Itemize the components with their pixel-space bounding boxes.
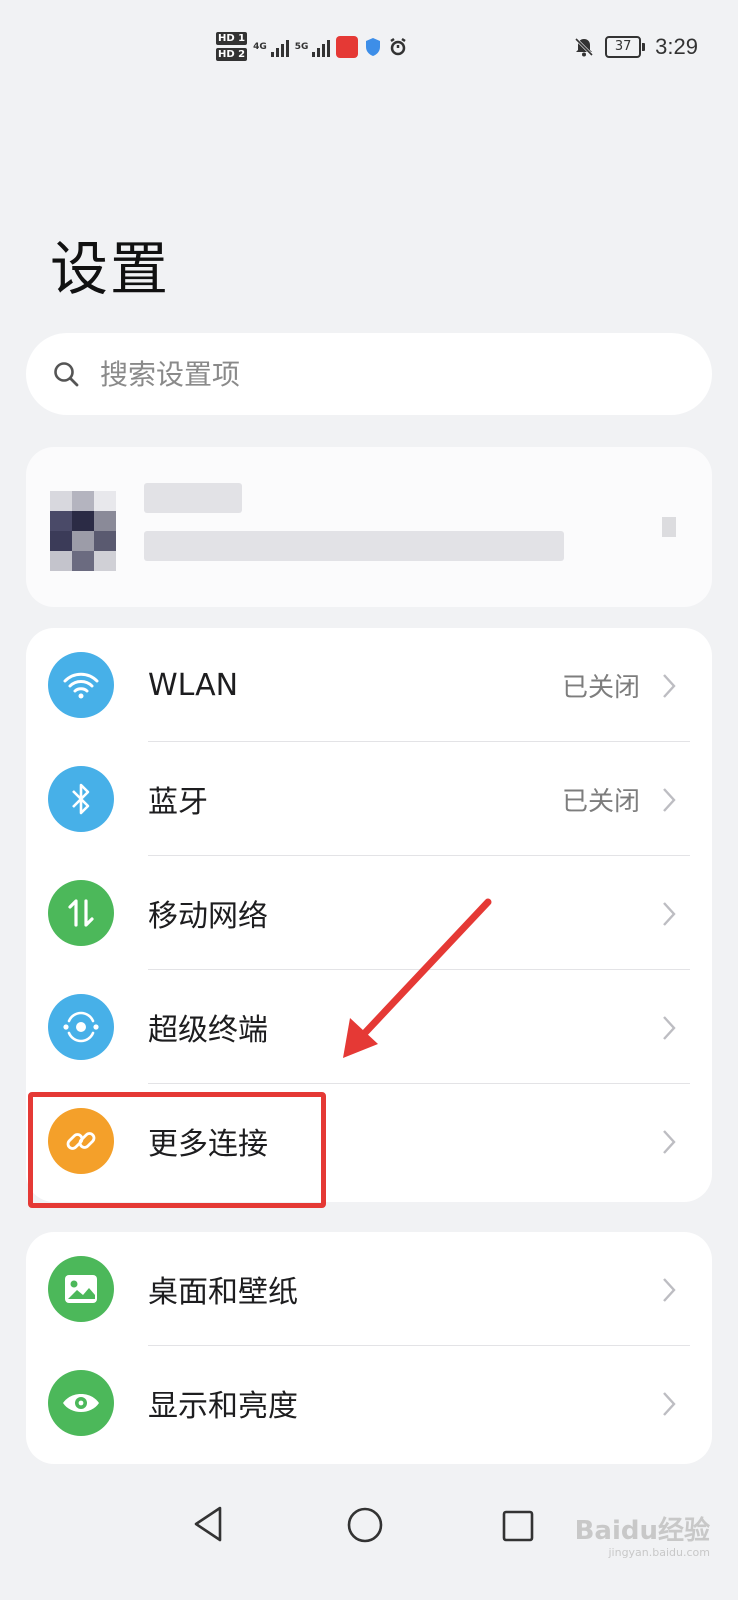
chevron-right-icon <box>663 1130 676 1154</box>
chevron-right-icon <box>662 517 676 537</box>
settings-item-label: 超级终端 <box>148 1013 268 1048</box>
navigation-bar: Baidu经验 jingyan.baidu.com <box>0 1480 738 1600</box>
chevron-right-icon <box>663 1016 676 1040</box>
chevron-right-icon <box>663 1392 676 1416</box>
settings-item-value: 已关闭 <box>561 672 640 703</box>
network-type-2: 5G <box>294 41 309 52</box>
mute-bell-icon <box>575 37 594 57</box>
network-type-1: 4G <box>253 41 267 52</box>
settings-item-super-device[interactable]: 超级终端 <box>26 970 712 1084</box>
avatar <box>50 491 116 571</box>
search-icon <box>54 362 79 387</box>
status-right: 37 3:29 <box>573 34 698 60</box>
status-bar: HD 1 HD 2 4G 5G 37 3:29 <box>0 0 738 100</box>
search-bar[interactable] <box>26 333 712 415</box>
sim1-badge: HD 1 <box>216 32 248 45</box>
settings-item-wallpaper[interactable]: 桌面和壁纸 <box>26 1232 712 1346</box>
settings-item-label: WLAN <box>148 667 239 703</box>
page-title: 设置 <box>50 235 171 303</box>
settings-item-label: 蓝牙 <box>148 785 208 820</box>
chevron-right-icon <box>663 674 676 698</box>
watermark: Baidu经验 <box>574 1516 710 1546</box>
settings-item-mobile-network[interactable]: 移动网络 <box>26 856 712 970</box>
settings-item-bluetooth[interactable]: 蓝牙 已关闭 <box>26 742 712 856</box>
settings-item-label: 显示和亮度 <box>148 1389 298 1424</box>
settings-item-label: 桌面和壁纸 <box>148 1275 298 1310</box>
signal-icon <box>270 37 289 57</box>
chevron-right-icon <box>663 1278 676 1302</box>
settings-item-value: 已关闭 <box>561 786 640 817</box>
back-icon[interactable] <box>188 1504 228 1544</box>
battery-level: 37 <box>605 36 642 58</box>
sim-indicators: HD 1 HD 2 <box>216 32 248 61</box>
wifi-icon <box>48 652 114 718</box>
bluetooth-icon <box>48 766 114 832</box>
super-device-icon <box>48 994 114 1060</box>
settings-item-label: 移动网络 <box>148 899 268 934</box>
signal-icon-2 <box>312 37 331 57</box>
account-detail-obscured <box>144 531 564 561</box>
alarm-icon <box>390 37 407 55</box>
app-notification-icon <box>336 35 359 58</box>
battery-icon: 37 <box>605 36 646 58</box>
settings-item-display-brightness[interactable]: 显示和亮度 <box>26 1346 712 1460</box>
shield-icon <box>366 37 381 56</box>
display-group: 桌面和壁纸 显示和亮度 <box>26 1232 712 1464</box>
search-input[interactable] <box>98 356 662 392</box>
clock: 3:29 <box>655 34 698 59</box>
settings-item-wlan[interactable]: WLAN 已关闭 <box>26 628 712 742</box>
watermark-sub: jingyan.baidu.com <box>608 1546 710 1559</box>
home-icon[interactable] <box>346 1506 384 1544</box>
sim2-badge: HD 2 <box>216 48 248 61</box>
account-card[interactable] <box>26 447 712 607</box>
chevron-right-icon <box>663 788 676 812</box>
status-left: HD 1 HD 2 4G 5G <box>216 32 408 61</box>
eye-icon <box>48 1370 114 1436</box>
wallpaper-icon <box>48 1256 114 1322</box>
mobile-data-icon <box>48 880 114 946</box>
account-name-obscured <box>144 483 242 513</box>
recent-apps-icon[interactable] <box>502 1510 534 1542</box>
chevron-right-icon <box>663 902 676 926</box>
highlight-box <box>28 1092 326 1208</box>
